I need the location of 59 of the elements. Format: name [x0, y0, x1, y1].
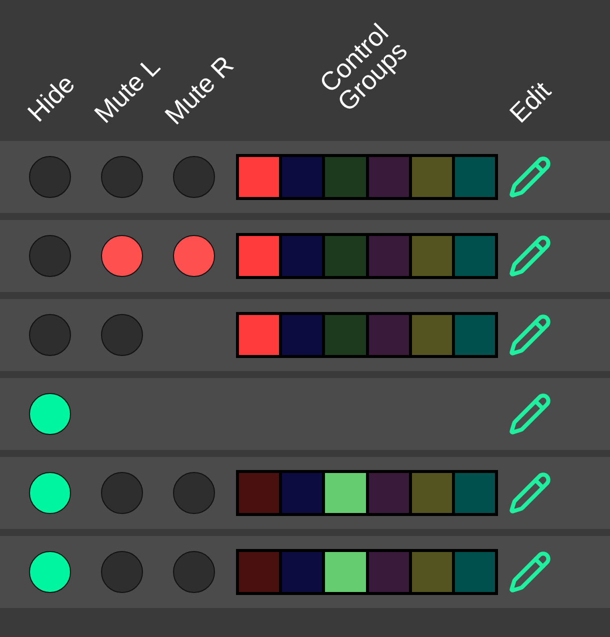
column-header: Hide	[20, 68, 82, 130]
control-group-swatch[interactable]	[368, 473, 409, 513]
control-group-swatch[interactable]	[368, 236, 409, 276]
control-group-swatch[interactable]	[239, 157, 280, 197]
mute-toggle[interactable]	[173, 156, 215, 198]
column-header: Edit	[502, 74, 558, 130]
hide-toggle[interactable]	[29, 314, 71, 356]
pencil-icon	[508, 155, 552, 199]
control-group-swatch[interactable]	[454, 473, 496, 513]
edit-button[interactable]	[508, 392, 552, 436]
edit-button[interactable]	[508, 550, 552, 594]
control-group-swatch[interactable]	[368, 157, 409, 197]
mute-toggle[interactable]	[101, 156, 143, 198]
hide-toggle[interactable]	[29, 235, 71, 277]
mute-toggle[interactable]	[101, 551, 143, 593]
edit-button[interactable]	[508, 155, 552, 199]
control-group-swatch[interactable]	[282, 552, 322, 592]
control-group-swatch[interactable]	[412, 236, 452, 276]
pencil-icon	[508, 313, 552, 357]
hide-toggle[interactable]	[29, 393, 71, 435]
control-group-swatch[interactable]	[239, 552, 280, 592]
edit-button[interactable]	[508, 234, 552, 278]
control-group-swatch[interactable]	[325, 473, 366, 513]
control-group-swatch[interactable]	[282, 315, 322, 355]
control-group-swatch[interactable]	[325, 315, 366, 355]
control-group-swatch[interactable]	[325, 236, 366, 276]
pencil-icon	[508, 392, 552, 436]
control-group-swatch[interactable]	[412, 157, 452, 197]
control-group-swatch[interactable]	[282, 236, 322, 276]
pencil-icon	[508, 234, 552, 278]
pencil-icon	[508, 550, 552, 594]
mute-toggle[interactable]	[101, 235, 143, 277]
control-group-swatch[interactable]	[282, 473, 322, 513]
hide-toggle[interactable]	[29, 551, 71, 593]
edit-button[interactable]	[508, 471, 552, 515]
control-group-swatch[interactable]	[412, 552, 452, 592]
mute-toggle[interactable]	[101, 314, 143, 356]
control-group-swatch[interactable]	[412, 315, 452, 355]
edit-button[interactable]	[508, 313, 552, 357]
control-group-swatch[interactable]	[454, 552, 496, 592]
control-group-swatch[interactable]	[325, 552, 366, 592]
pencil-icon	[508, 471, 552, 515]
control-group-swatch[interactable]	[368, 552, 409, 592]
mute-toggle[interactable]	[173, 235, 215, 277]
control-group-swatch[interactable]	[325, 157, 366, 197]
control-group-swatch[interactable]	[368, 315, 409, 355]
hide-toggle[interactable]	[29, 156, 71, 198]
hide-toggle[interactable]	[29, 472, 71, 514]
control-group-swatch[interactable]	[239, 315, 280, 355]
control-group-swatch[interactable]	[454, 315, 496, 355]
control-group-swatch[interactable]	[239, 236, 280, 276]
control-group-swatch[interactable]	[282, 157, 322, 197]
mute-toggle[interactable]	[173, 472, 215, 514]
control-group-swatch[interactable]	[454, 236, 496, 276]
control-group-swatch[interactable]	[412, 473, 452, 513]
control-group-swatch[interactable]	[239, 473, 280, 513]
control-group-swatch[interactable]	[454, 157, 496, 197]
mute-toggle[interactable]	[173, 551, 215, 593]
mute-toggle[interactable]	[101, 472, 143, 514]
